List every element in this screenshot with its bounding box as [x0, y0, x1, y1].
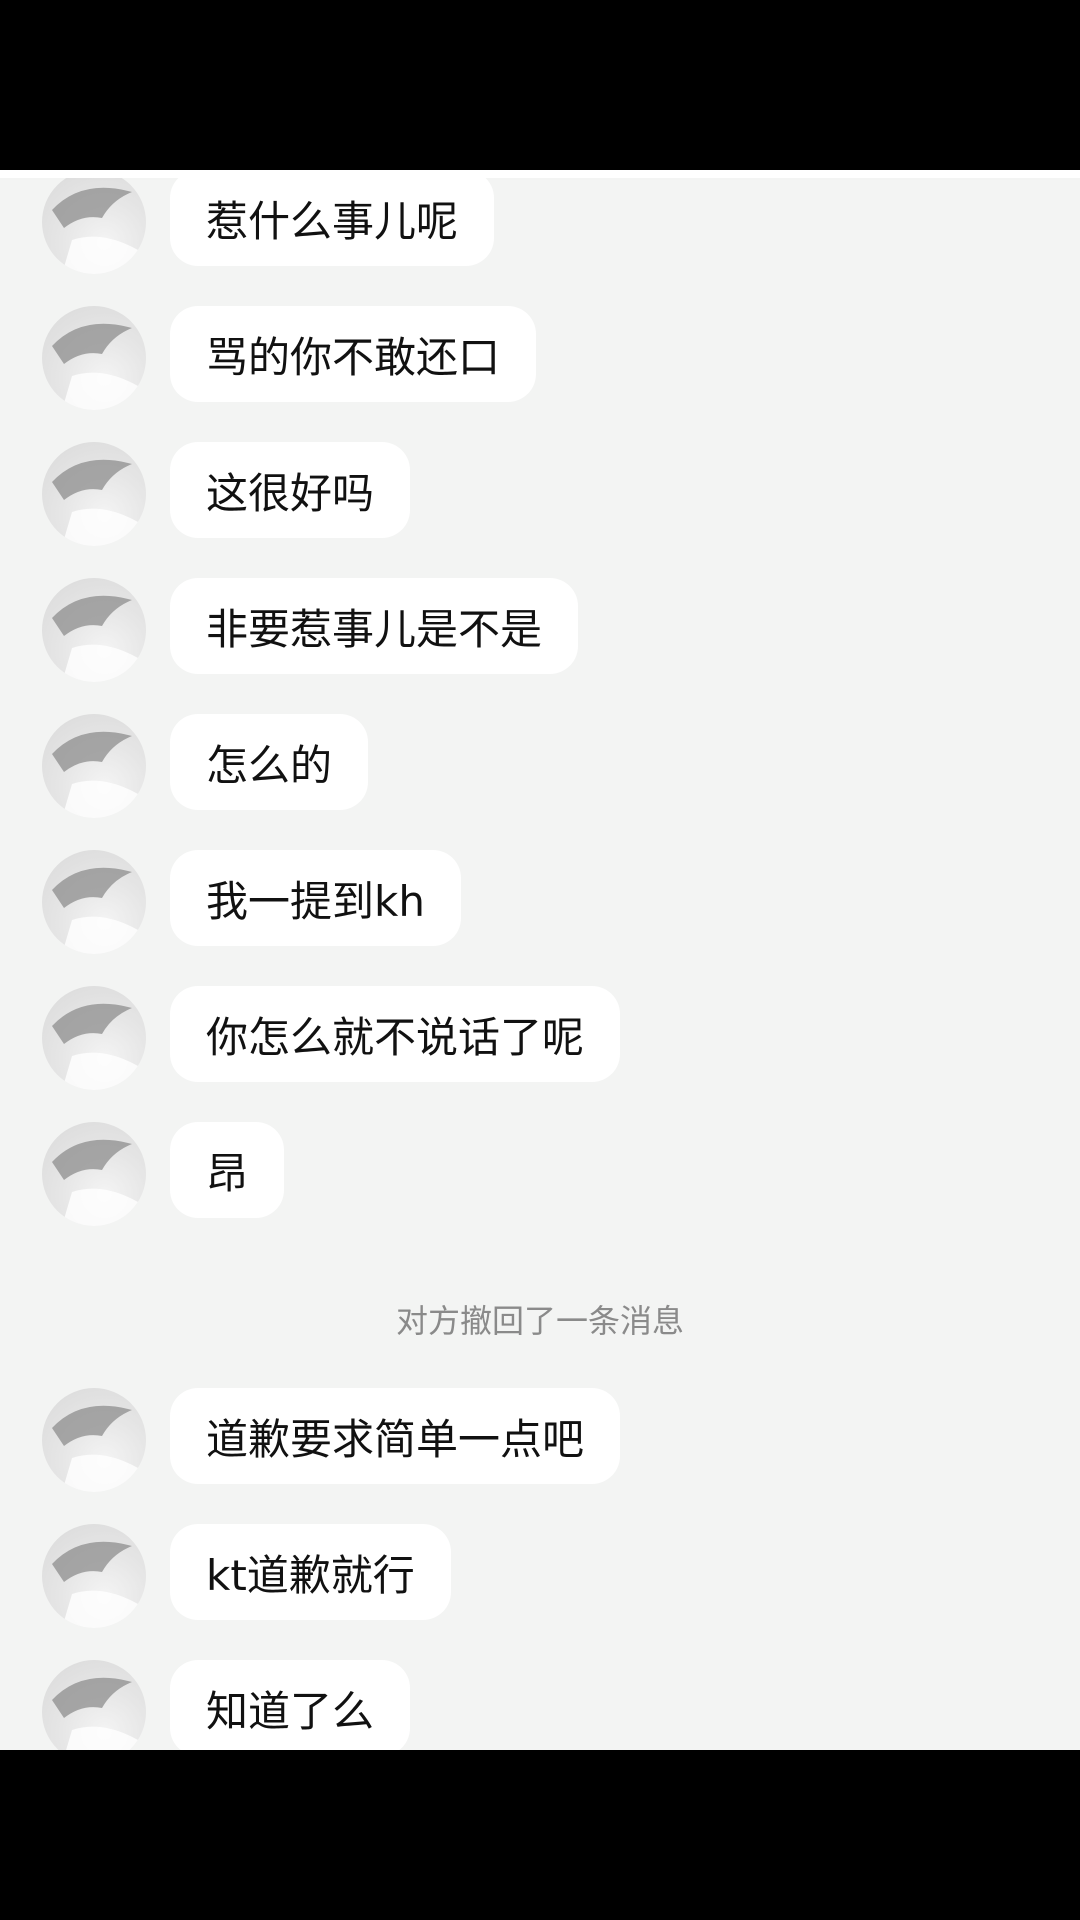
message-row: 非要惹事儿是不是 [0, 578, 1080, 682]
message-bubble[interactable]: 骂的你不敢还口 [170, 306, 537, 402]
message-bubble[interactable]: 道歉要求简单一点吧 [170, 1388, 621, 1484]
user-avatar-icon[interactable] [42, 1388, 146, 1492]
message-row: 知道了么 [0, 1660, 1080, 1750]
message-bubble[interactable]: 怎么的 [170, 714, 369, 810]
user-avatar-icon[interactable] [42, 1524, 146, 1628]
message-bubble[interactable]: 非要惹事儿是不是 [170, 578, 579, 674]
user-avatar-icon[interactable] [42, 1122, 146, 1226]
message-row: 这很好吗 [0, 442, 1080, 546]
top-black-bar [0, 0, 1080, 170]
user-avatar-icon[interactable] [42, 850, 146, 954]
message-bubble[interactable]: 我一提到kh [170, 850, 461, 946]
message-bubble[interactable]: 昂 [170, 1122, 285, 1218]
bottom-black-bar [0, 1750, 1080, 1920]
message-row: 道歉要求简单一点吧 [0, 1388, 1080, 1492]
message-row: 昂 [0, 1122, 1080, 1226]
message-row: 你怎么就不说话了呢 [0, 986, 1080, 1090]
user-avatar-icon[interactable] [42, 986, 146, 1090]
user-avatar-icon[interactable] [42, 442, 146, 546]
user-avatar-icon[interactable] [42, 714, 146, 818]
message-row: 怎么的 [0, 714, 1080, 818]
recalled-message-notice: 对方撤回了一条消息 [395, 1302, 684, 1340]
message-row: 骂的你不敢还口 [0, 306, 1080, 410]
user-avatar-icon[interactable] [42, 306, 146, 410]
message-bubble[interactable]: kt道歉就行 [170, 1524, 451, 1620]
user-avatar-icon[interactable] [42, 178, 146, 274]
message-bubble[interactable]: 你怎么就不说话了呢 [170, 986, 621, 1082]
message-bubble[interactable]: 惹什么事儿呢 [170, 178, 495, 266]
message-row: kt道歉就行 [0, 1524, 1080, 1628]
message-bubble[interactable]: 知道了么 [170, 1660, 411, 1750]
message-bubble[interactable]: 这很好吗 [170, 442, 411, 538]
chat-message-list[interactable]: 惹什么事儿呢 骂的你不敢还口 这很好吗 非要惹事儿是不是 怎么的 我一提到kh … [0, 170, 1080, 1750]
message-row: 我一提到kh [0, 850, 1080, 954]
user-avatar-icon[interactable] [42, 578, 146, 682]
message-row: 惹什么事儿呢 [0, 178, 1080, 274]
user-avatar-icon[interactable] [42, 1660, 146, 1750]
